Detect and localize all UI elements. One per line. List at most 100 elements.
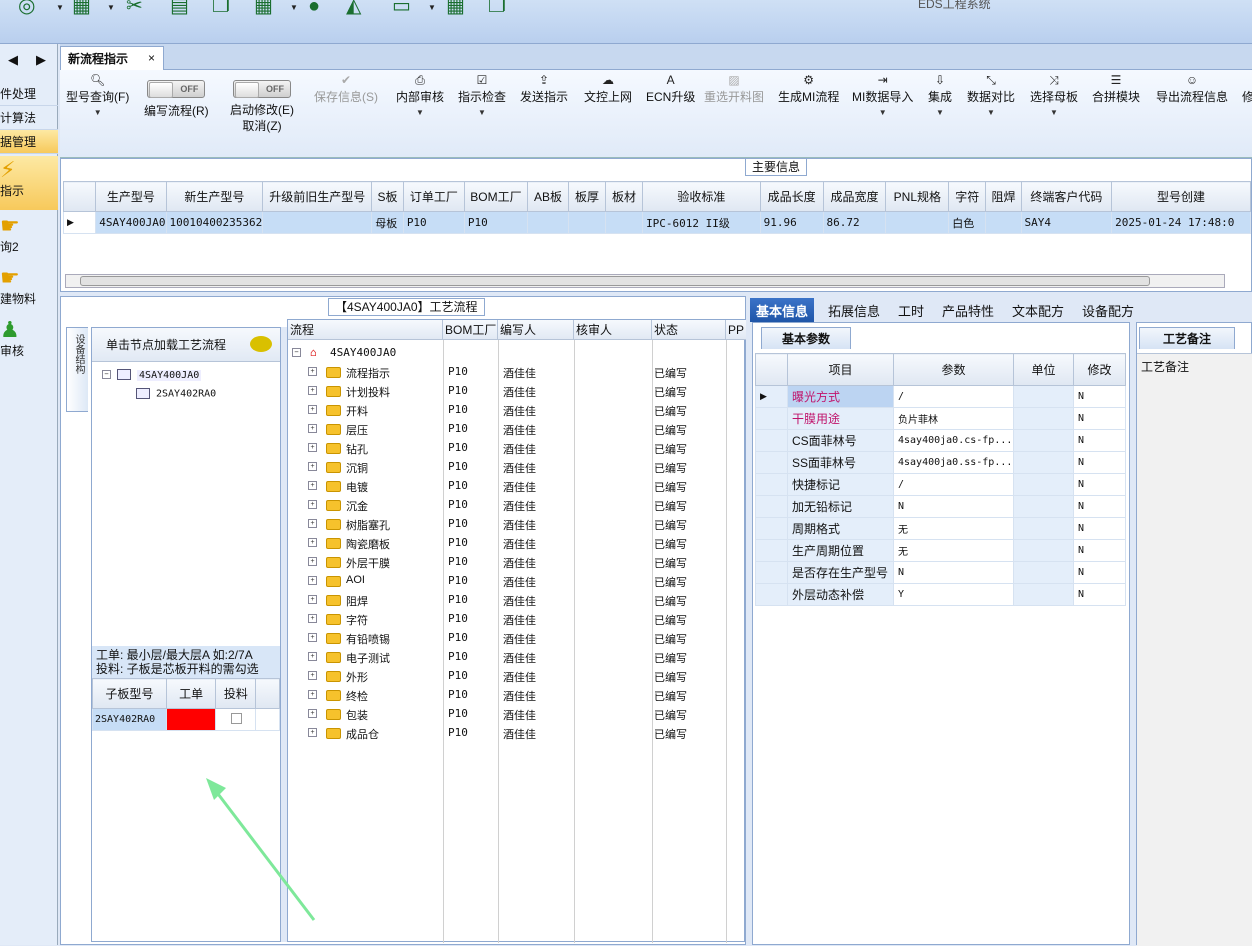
column-header[interactable]: PNL规格 [885,181,950,212]
table-row[interactable]: 周期格式无 N [755,517,1126,540]
table-row[interactable]: 是否存在生产型号 N N [755,561,1126,584]
tab-new-process-instruction[interactable]: 新流程指示 × [60,46,164,71]
column-header[interactable]: 成品长度 [759,181,824,212]
tab-extended-info[interactable]: 拓展信息 [828,301,880,320]
tab-device-recipe[interactable]: 设备配方 [1082,301,1134,320]
apps-icon[interactable]: ▦ [254,0,273,16]
comment-bubble-icon[interactable] [250,336,272,352]
tab-text-recipe[interactable]: 文本配方 [1012,301,1064,320]
chevron-down-icon[interactable]: ▼ [56,3,64,12]
nav-item-instruction[interactable]: ⚡ 指示 [0,156,58,210]
table-cell[interactable]: N [893,561,1014,584]
chart-icon[interactable]: ◭ [346,0,361,16]
windows-icon[interactable]: ▦ [446,0,465,16]
column-header[interactable]: PP [726,320,746,340]
table-row[interactable]: CS面菲林号 4say400ja0.cs-fp... N [755,429,1126,452]
column-header[interactable]: 项目 [787,353,894,386]
column-header[interactable]: 状态 [652,320,726,340]
table-row[interactable]: SS面菲林号 4say400ja0.ss-fp... N [755,451,1126,474]
collapse-icon[interactable]: − [102,370,111,379]
integrate-button[interactable]: ⇩ 集成 ▼ [928,72,952,120]
tab-work-hours[interactable]: 工时 [898,301,924,320]
table-cell[interactable]: 负片菲林 [893,407,1014,430]
forward-arrow-icon[interactable]: ▶ [36,52,46,68]
column-header[interactable]: S板 [371,181,404,212]
tree-node-child[interactable]: 2SAY402RA0 [136,388,216,400]
table-row[interactable]: 外层动态补偿 Y N [755,583,1126,606]
tab-product-features[interactable]: 产品特性 [942,301,994,320]
table-cell[interactable]: 无 [893,539,1014,562]
table-row[interactable]: ▶ 4SAY400JA0 10010400235362 母板 P10 P10 IPC-601… [62,211,1251,234]
work-order-cell[interactable] [165,708,217,731]
chevron-down-icon[interactable]: ▼ [290,3,298,12]
scissors-icon[interactable]: ✂ [126,0,143,16]
tab-basic-info[interactable]: 基本信息 [750,298,815,322]
merge-module-button[interactable]: ☰ 合拼模块 [1092,72,1140,106]
table-row[interactable]: 快捷标记 / N [755,473,1126,496]
write-process-toggle[interactable]: OFF 编写流程(R) [144,80,209,120]
table-row[interactable]: 加无铅标记 N N [755,495,1126,518]
tab-basic-params[interactable]: 基本参数 [761,327,851,349]
monitor-icon[interactable]: ▭ [392,0,411,16]
tree-node-root[interactable]: − 4SAY400JA0 [102,369,202,381]
process-notes-area[interactable]: 工艺备注 [1137,353,1252,946]
generate-mi-process-button[interactable]: ⚙ 生成MI流程 [778,72,839,106]
export-icon[interactable]: ❐ [488,0,506,16]
model-query-button[interactable]: 🔍︎ 型号查询(F) ▼ [66,72,129,120]
back-arrow-icon[interactable]: ◀ [8,52,18,68]
ecn-upgrade-button[interactable]: A ECN升级 [646,72,695,106]
vertical-tab-device-structure[interactable]: 设备结构 [66,327,88,412]
export-process-info-button[interactable]: ☺ 导出流程信息 [1156,72,1228,106]
select-mother-board-button[interactable]: ⤨ 选择母板 ▼ [1030,72,1078,120]
internal-review-button[interactable]: ⎙ 内部审核 ▼ [396,72,444,120]
tab-process-notes[interactable]: 工艺备注 [1139,327,1235,349]
column-header[interactable]: 阻焊 [985,181,1022,212]
column-header[interactable]: 成品宽度 [822,181,887,212]
column-header[interactable]: 参数 [893,353,1014,386]
column-header[interactable]: 订单工厂 [402,181,465,212]
table-row[interactable]: 2SAY402RA0 [92,708,280,731]
table-cell[interactable]: Y [893,583,1014,606]
horizontal-scrollbar[interactable] [65,274,1225,288]
modify-button[interactable]: 修 [1242,72,1252,106]
nav-item-processing[interactable]: 件处理 [0,82,58,106]
column-header[interactable]: 终端客户代码 [1020,181,1113,212]
feed-checkbox[interactable] [231,712,243,724]
reselect-cutting-chart-button[interactable]: ▨ 重选开料图 [704,72,764,106]
column-header[interactable]: AB板 [526,181,570,212]
column-header[interactable]: 型号创建 [1111,181,1251,212]
mi-data-import-button[interactable]: ⇥ MI数据导入 ▼ [852,72,913,120]
table-cell[interactable]: / [893,473,1014,496]
table-cell[interactable]: 4say400ja0.cs-fp... [893,429,1014,452]
nav-item-algorithm[interactable]: 计算法 [0,106,58,130]
chevron-down-icon[interactable]: ▼ [107,3,115,12]
nav-item-review[interactable]: ♟ 审核 [0,318,58,368]
table-cell[interactable]: N [893,495,1014,518]
nav-item-create-material[interactable]: ☛ 建物料 [0,266,58,316]
table-row[interactable]: 干膜用途 负片菲林 N [755,407,1126,430]
doc-control-online-button[interactable]: ☁ 文控上网 [584,72,632,106]
table-cell[interactable]: / [893,385,1014,408]
start-edit-toggle[interactable]: OFF 启动修改(E) 取消(Z) [230,80,294,134]
save-info-button[interactable]: ✔ 保存信息(S) [314,72,378,106]
column-header[interactable]: 新生产型号 [165,181,264,212]
scrollbar-thumb[interactable] [80,276,1150,286]
column-header[interactable]: 核审人 [574,320,652,340]
table-cell[interactable]: 无 [893,517,1014,540]
send-instruction-button[interactable]: ⇪ 发送指示 [520,72,568,106]
column-header[interactable]: 单位 [1013,353,1074,386]
lifebuoy-icon[interactable]: ◎ [18,0,35,16]
column-header[interactable]: 板厚 [567,181,607,212]
table-row[interactable]: ▶ 曝光方式 / N [755,385,1126,408]
column-header[interactable]: 验收标准 [642,181,761,212]
film-icon[interactable]: ▤ [170,0,189,16]
close-icon[interactable]: × [148,51,155,65]
nav-item-data-management[interactable]: 据管理 [0,130,58,154]
table-cell[interactable]: 4say400ja0.ss-fp... [893,451,1014,474]
column-header[interactable]: BOM工厂 [463,181,528,212]
copy-icon[interactable]: ❐ [212,0,230,16]
nav-item-query2[interactable]: ☛ 询2 [0,214,58,264]
column-header[interactable]: BOM工厂 [443,320,498,340]
user-icon[interactable]: ● [308,0,320,16]
instruction-check-button[interactable]: ☑ 指示检查 ▼ [458,72,506,120]
